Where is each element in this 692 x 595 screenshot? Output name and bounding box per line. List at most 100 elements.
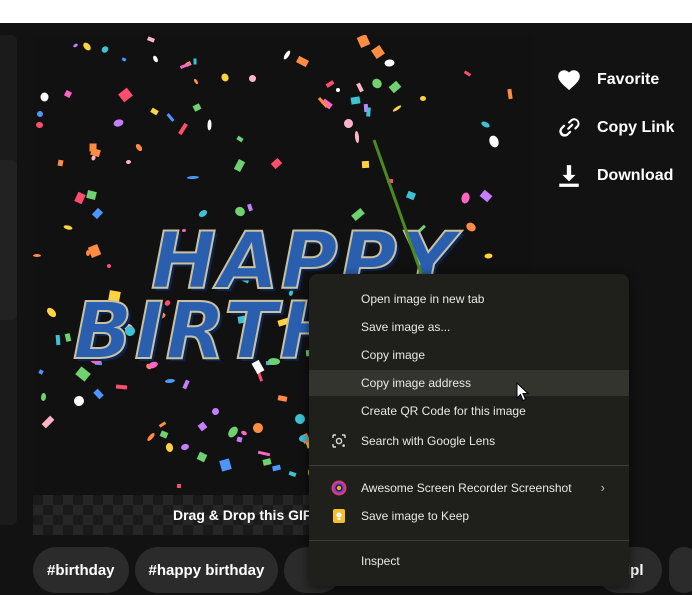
confetti-piece [63,89,73,99]
favorite-label: Favorite [597,71,660,88]
confetti-piece [91,207,104,220]
confetti-piece [121,57,127,62]
gif-actions: Favorite Copy Link Download [556,56,674,200]
menu-inspect[interactable]: Inspect [309,548,629,574]
tag-overflow[interactable] [669,547,692,593]
context-menu: Open image in new tab Save image as... C… [309,274,629,586]
confetti-piece [480,120,491,129]
confetti-piece [247,203,253,212]
google-lens-icon [332,434,346,448]
confetti-piece [72,394,86,408]
confetti-piece [64,333,72,342]
confetti-piece [193,78,199,85]
confetti-piece [392,104,402,113]
confetti-piece [41,415,55,429]
confetti-piece [86,190,97,200]
awesome-screenshot-icon [331,480,347,496]
confetti-piece [150,107,159,116]
confetti-piece [350,96,361,105]
menu-label: Save image as... [361,320,451,334]
menu-separator [309,540,629,541]
confetti-piece [233,205,247,218]
confetti-piece [165,442,174,453]
copy-link-button[interactable]: Copy Link [556,104,674,152]
tag-happy-birthday[interactable]: #happy birthday [134,547,279,593]
confetti-piece [125,159,132,165]
menu-open-image-new-tab[interactable]: Open image in new tab [309,286,629,312]
confetti-piece [236,135,244,143]
confetti-piece [134,142,144,153]
menu-label: Open image in new tab [361,292,485,306]
confetti-piece [371,45,385,59]
browser-top-bar [0,0,692,23]
confetti-piece [282,49,292,61]
confetti-piece [55,334,61,346]
confetti-piece [57,159,64,167]
confetti-piece [186,175,200,180]
menu-label: Copy image [361,348,426,362]
menu-copy-image[interactable]: Copy image [309,342,629,368]
confetti-piece [460,191,471,205]
confetti-piece [40,392,47,402]
confetti-piece [384,58,395,68]
confetti-piece [146,431,156,443]
menu-label: Copy image address [361,376,472,390]
confetti-piece [236,436,243,443]
confetti-piece [178,122,188,136]
confetti-piece [272,464,281,472]
confetti-piece [197,421,208,432]
confetti-piece [182,379,190,390]
confetti-piece [370,76,384,91]
confetti-piece [420,96,426,101]
menu-search-google-lens[interactable]: Search with Google Lens [309,428,629,454]
confetti-piece [248,74,257,83]
menu-label: Search with Google Lens [361,434,496,448]
confetti-piece [63,224,73,231]
menu-create-qr-code[interactable]: Create QR Code for this image [309,398,629,424]
confetti-piece [270,157,283,170]
confetti-piece [81,41,93,52]
tag-list: #birthday #happy birthday [33,547,343,593]
confetti-piece [487,134,501,149]
menu-save-image-as[interactable]: Save image as... [309,314,629,340]
download-button[interactable]: Download [556,152,674,200]
confetti-piece [152,54,159,64]
confetti-piece [240,429,248,437]
confetti-piece [33,254,41,257]
confetti-piece [463,70,472,77]
menu-separator [309,465,629,466]
menu-save-image-to-keep[interactable]: Save image to Keep [309,503,629,529]
menu-copy-image-address[interactable]: Copy image address [309,370,629,396]
mouse-cursor-icon [516,382,530,402]
download-label: Download [597,167,674,184]
confetti-piece [354,130,360,144]
left-panel-edge-highlight [0,160,17,320]
confetti-piece [342,117,355,130]
confetti-piece [296,55,309,68]
confetti-piece [87,244,102,258]
tag-birthday[interactable]: #birthday [33,547,129,593]
confetti-piece [45,306,58,319]
confetti-piece [106,263,112,269]
heart-icon [558,70,580,91]
confetti-piece [361,160,370,169]
confetti-piece [90,154,97,162]
confetti-piece [356,82,364,93]
confetti-piece [257,450,271,457]
confetti-piece [100,44,110,55]
confetti-piece [147,36,155,43]
confetti-piece [386,178,394,184]
confetti-piece [192,103,202,112]
confetti-piece [112,118,125,128]
drag-drop-label: Drag & Drop this GIF [173,507,312,523]
confetti-piece [366,107,371,117]
confetti-piece [207,119,212,131]
confetti-piece [74,191,86,205]
confetti-piece [479,189,493,203]
link-icon [559,118,580,137]
confetti-piece [115,384,128,390]
confetti-piece [180,442,190,452]
favorite-button[interactable]: Favorite [556,56,674,104]
menu-label: Create QR Code for this image [361,404,526,418]
menu-awesome-screen-recorder[interactable]: Awesome Screen Recorder Screenshot › [309,475,629,501]
